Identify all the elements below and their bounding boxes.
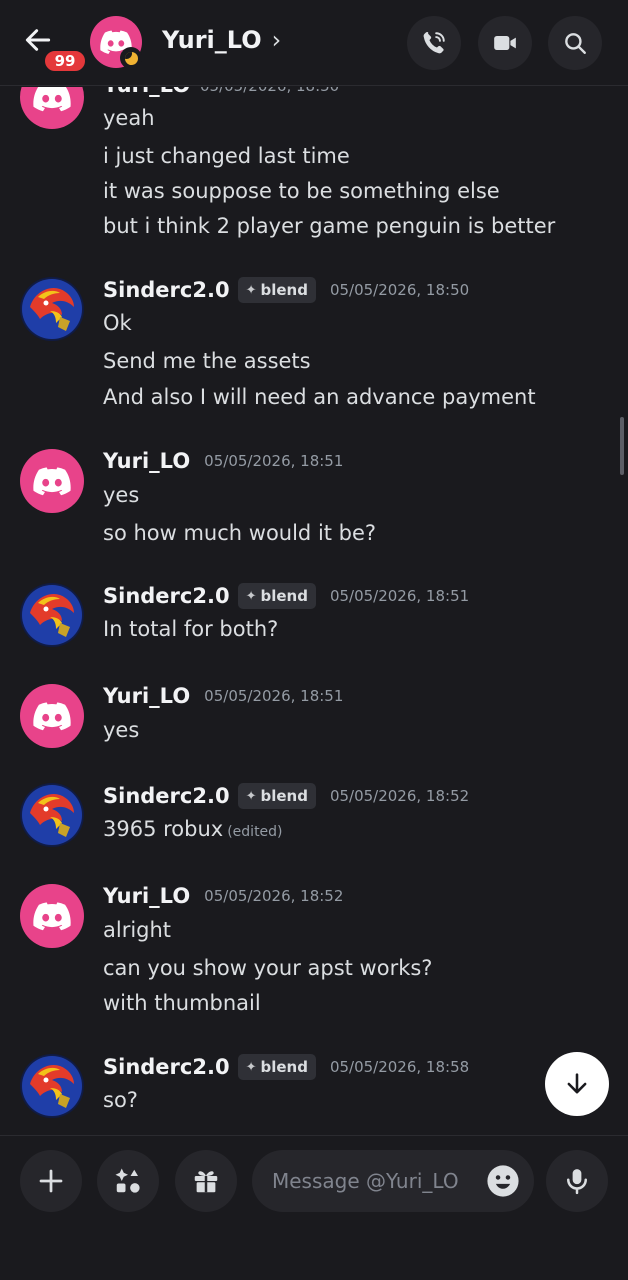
voice-message-button[interactable] — [546, 1150, 608, 1212]
discord-logo-icon — [33, 902, 71, 931]
message-text: i just changed last time — [103, 144, 350, 168]
timestamp: 05/05/2026, 18:52 — [204, 887, 344, 905]
avatar[interactable] — [20, 583, 84, 647]
message-list[interactable]: Yuri_LO 05/05/2026, 18:50 yeah i just ch… — [0, 87, 628, 1135]
message-header: Yuri_LO 05/05/2026, 18:51 — [103, 446, 343, 476]
apps-icon — [115, 1168, 140, 1193]
message-text: And also I will need an advance payment — [103, 385, 536, 409]
guild-tag[interactable]: ✦ blend — [237, 783, 316, 809]
message-header: Sinderc2.0 ✦ blend 05/05/2026, 18:50 — [103, 275, 469, 305]
avatar[interactable] — [20, 449, 84, 513]
channel-title[interactable]: Yuri_LO › — [162, 22, 281, 58]
page-title: Yuri_LO — [162, 26, 262, 54]
tag-label: blend — [260, 281, 308, 299]
username[interactable]: Yuri_LO — [103, 684, 190, 708]
message-text: can you show your apst works? — [103, 956, 433, 980]
gift-button[interactable] — [175, 1150, 237, 1212]
username[interactable]: Sinderc2.0 — [103, 584, 230, 608]
dragon-emblem-icon — [22, 1056, 82, 1116]
message-header: Yuri_LO 05/05/2026, 18:52 — [103, 881, 343, 911]
plus-icon — [39, 1169, 63, 1193]
message-text: yeah — [103, 106, 155, 130]
username[interactable]: Yuri_LO — [103, 87, 190, 97]
message-text: alright — [103, 918, 172, 942]
phone-call-icon — [423, 31, 445, 54]
avatar[interactable] — [20, 684, 84, 748]
sparkle-icon: ✦ — [245, 788, 257, 804]
chevron-right-icon: › — [271, 26, 282, 54]
dragon-emblem-icon — [22, 785, 82, 845]
microphone-icon — [567, 1169, 587, 1195]
message-text: so how much would it be? — [103, 521, 377, 545]
timestamp: 05/05/2026, 18:52 — [329, 787, 470, 805]
attach-button[interactable] — [20, 1150, 82, 1212]
guild-tag[interactable]: ✦ blend — [237, 1054, 316, 1080]
guild-tag[interactable]: ✦ blend — [237, 583, 316, 609]
username[interactable]: Sinderc2.0 — [103, 784, 230, 808]
message-header: Sinderc2.0 ✦ blend 05/05/2026, 18:58 — [103, 1052, 469, 1082]
timestamp: 05/05/2026, 18:51 — [204, 687, 344, 705]
discord-logo-icon — [33, 702, 71, 731]
avatar[interactable] — [20, 277, 84, 341]
message-text: 3965 robux (edited) — [103, 815, 283, 846]
message-composer — [0, 1135, 628, 1280]
chat-header: 99 Yuri_LO › — [0, 0, 628, 86]
username[interactable]: Yuri_LO — [103, 884, 190, 908]
arrow-down-icon — [567, 1073, 587, 1094]
message-text: yes — [103, 718, 140, 742]
avatar[interactable] — [20, 87, 84, 129]
message-text: with thumbnail — [103, 991, 261, 1015]
avatar[interactable] — [20, 1054, 84, 1118]
video-camera-icon — [494, 35, 516, 51]
dragon-emblem-icon — [22, 279, 82, 339]
username[interactable]: Sinderc2.0 — [103, 1055, 230, 1079]
timestamp: 05/05/2026, 18:50 — [329, 281, 470, 299]
scrollbar[interactable] — [620, 417, 624, 475]
message-input[interactable] — [272, 1169, 482, 1193]
video-call-button[interactable] — [478, 16, 532, 70]
timestamp: 05/05/2026, 18:51 — [329, 587, 470, 605]
jump-to-present-button[interactable] — [545, 1052, 609, 1116]
message-header: Yuri_LO 05/05/2026, 18:51 — [103, 681, 343, 711]
edited-label: (edited) — [227, 824, 283, 840]
avatar[interactable] — [20, 884, 84, 948]
discord-logo-icon — [33, 467, 71, 496]
message-input-wrapper[interactable] — [252, 1150, 534, 1212]
sparkle-icon: ✦ — [245, 1059, 257, 1075]
message-content: 3965 robux — [103, 817, 224, 841]
sparkle-icon: ✦ — [245, 588, 257, 604]
timestamp: 05/05/2026, 18:51 — [204, 452, 344, 470]
message-text: Send me the assets — [103, 349, 311, 373]
unread-badge: 99 — [42, 48, 88, 74]
tag-label: blend — [260, 1058, 308, 1076]
search-button[interactable] — [548, 16, 602, 70]
dragon-emblem-icon — [22, 585, 82, 645]
discord-logo-icon — [33, 87, 71, 112]
sparkle-icon: ✦ — [245, 282, 257, 298]
message-text: In total for both? — [103, 617, 279, 641]
message-text: so? — [103, 1088, 138, 1112]
timestamp: 05/05/2026, 18:58 — [329, 1058, 470, 1076]
timestamp: 05/05/2026, 18:50 — [200, 87, 339, 95]
message-text: yes — [103, 483, 140, 507]
idle-status-icon — [120, 47, 142, 69]
tag-label: blend — [260, 787, 308, 805]
message-text: but i think 2 player game penguin is bet… — [103, 214, 556, 238]
message-text: Ok — [103, 311, 132, 335]
username[interactable]: Sinderc2.0 — [103, 278, 230, 302]
avatar[interactable] — [20, 783, 84, 847]
guild-tag[interactable]: ✦ blend — [237, 277, 316, 303]
emoji-icon[interactable] — [486, 1164, 520, 1198]
message-text: it was souppose to be something else — [103, 179, 500, 203]
gift-icon — [194, 1171, 218, 1193]
username[interactable]: Yuri_LO — [103, 449, 190, 473]
search-icon — [565, 33, 586, 54]
message-header: Sinderc2.0 ✦ blend 05/05/2026, 18:51 — [103, 581, 469, 611]
message-header: Sinderc2.0 ✦ blend 05/05/2026, 18:52 — [103, 781, 469, 811]
tag-label: blend — [260, 587, 308, 605]
apps-button[interactable] — [97, 1150, 159, 1212]
voice-call-button[interactable] — [407, 16, 461, 70]
